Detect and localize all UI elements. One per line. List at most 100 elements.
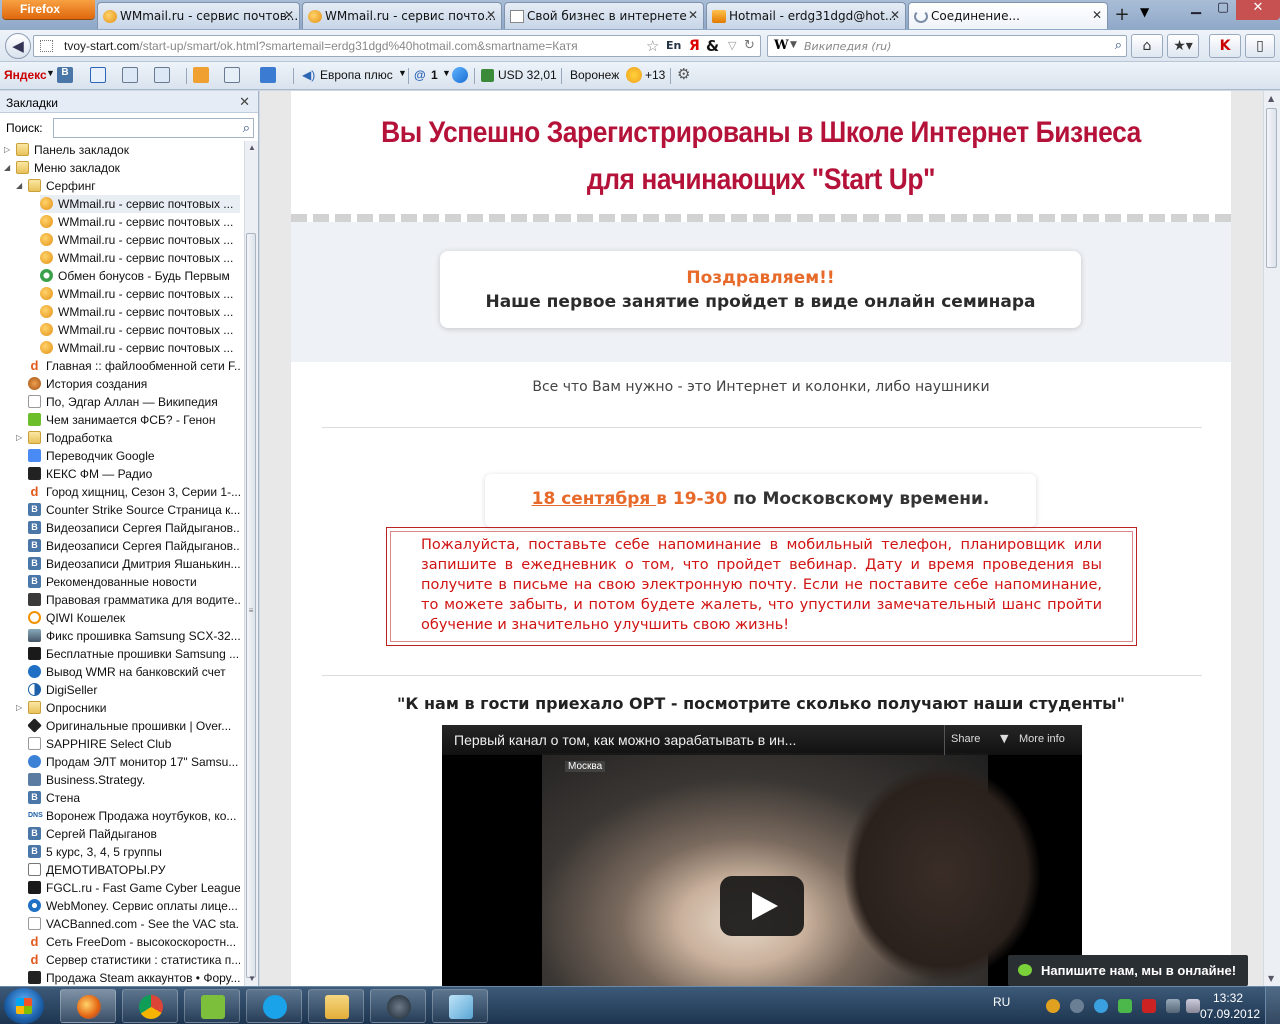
feather-icon[interactable] <box>452 67 468 83</box>
chat-widget-button[interactable]: Напишите нам, мы в онлайне! <box>1008 955 1248 986</box>
bookmark-item[interactable]: КЕКС ФМ — Радио <box>28 465 240 483</box>
bookmark-item[interactable]: Правовая грамматика для водите... <box>28 591 240 609</box>
video-player[interactable]: Москва Первый канал о том, как можно зар… <box>442 725 1082 986</box>
bookmark-item[interactable]: B 5 курс, 3, 4, 5 группы <box>28 843 240 861</box>
chevron-down-icon[interactable]: ▼ <box>46 68 55 78</box>
bookmark-item[interactable]: WMmail.ru - сервис почтовых ... <box>40 231 240 249</box>
bookmark-item[interactable]: WMmail.ru - сервис почтовых ... <box>40 195 240 213</box>
new-tab-button[interactable]: + <box>1111 4 1133 26</box>
chevron-down-icon[interactable]: ▼ <box>398 68 407 78</box>
video-more-info-button[interactable]: More info <box>1019 733 1065 745</box>
bookmark-item[interactable]: Обмен бонусов - Будь Первым <box>40 267 240 285</box>
city-name[interactable]: Воронеж <box>570 68 619 82</box>
bookmark-item[interactable]: Фикс прошивка Samsung SCX-32... <box>28 627 240 645</box>
bookmark-item[interactable]: WebMoney. Сервис оплаты лице... <box>28 897 240 915</box>
tray-icon[interactable] <box>1046 999 1060 1013</box>
bookmark-item[interactable]: B Стена <box>28 789 240 807</box>
taskbar-skype[interactable] <box>246 989 302 1023</box>
url-bar[interactable]: tvoy-start.com/start-up/smart/ok.html?sm… <box>33 35 761 57</box>
bookmark-item[interactable]: Вывод WMR на банковский счет <box>28 663 240 681</box>
bookmark-item[interactable]: B Видеозаписи Сергея Пайдыганов... <box>28 519 240 537</box>
close-icon[interactable]: ✕ <box>239 94 250 110</box>
minimize-icon[interactable]: ▁ <box>1182 0 1210 20</box>
bookmark-item[interactable]: WMmail.ru - сервис почтовых ... <box>40 249 240 267</box>
bookmark-item[interactable]: d Сеть FreeDom - высокоскоростн... <box>28 933 240 951</box>
bookmark-item[interactable]: DigiSeller <box>28 681 240 699</box>
search-icon[interactable]: ⌕ <box>243 120 250 136</box>
start-button[interactable] <box>4 988 44 1024</box>
scroll-up-icon[interactable]: ▲ <box>248 143 256 152</box>
bookmark-item[interactable]: VACBanned.com - See the VAC sta... <box>28 915 240 933</box>
skype-tray-icon[interactable] <box>1094 999 1108 1013</box>
steam-tray-icon[interactable] <box>1070 999 1084 1013</box>
reload-icon[interactable]: ↻ <box>744 38 755 53</box>
close-icon[interactable]: ✕ <box>1092 8 1102 22</box>
bookmark-item[interactable]: WMmail.ru - сервис почтовых ... <box>40 321 240 339</box>
speaker-icon[interactable]: ◀) <box>302 68 315 82</box>
bookmark-item[interactable]: B Counter Strike Source Страница к... <box>28 501 240 519</box>
collapsed-twisty-icon[interactable]: ▷ <box>4 141 10 159</box>
video-share-button[interactable]: Share <box>951 733 980 745</box>
bookmark-item[interactable]: Панель закладок <box>16 141 240 159</box>
bookmark-item[interactable]: Меню закладок <box>16 159 240 177</box>
vk-icon[interactable]: B <box>57 67 73 83</box>
ampersand-button[interactable]: & <box>706 37 719 55</box>
volume-icon[interactable] <box>1186 999 1200 1013</box>
bookmark-item[interactable]: Оригинальные прошивки | Over... <box>28 717 240 735</box>
collapsed-twisty-icon[interactable]: ▷ <box>16 699 22 717</box>
expanded-twisty-icon[interactable]: ◢ <box>16 177 22 195</box>
history-dropdown-icon[interactable]: ▽ <box>728 39 736 52</box>
firefox-menu-button[interactable]: Firefox <box>2 0 95 19</box>
bookmark-item[interactable]: История создания <box>28 375 240 393</box>
yandex-logo[interactable]: Яндекс <box>4 68 47 82</box>
close-icon[interactable]: ✕ <box>688 8 698 22</box>
mail-count[interactable]: 1 <box>431 68 438 82</box>
kaspersky-button[interactable]: K <box>1209 34 1241 58</box>
taskbar-firefox[interactable] <box>60 989 116 1023</box>
site-identity-icon[interactable] <box>40 40 53 52</box>
bookmark-item[interactable]: Переводчик Google <box>28 447 240 465</box>
wikipedia-icon[interactable]: W <box>774 38 789 53</box>
bookmark-item[interactable]: B Видеозаписи Сергея Пайдыганов... <box>28 537 240 555</box>
bookmark-item[interactable]: B Сергей Пайдыганов <box>28 825 240 843</box>
date-link[interactable]: 18 сентября <box>532 489 657 509</box>
maximize-icon[interactable]: ▢ <box>1210 0 1236 20</box>
bookmark-item[interactable]: WMmail.ru - сервис почтовых ... <box>40 339 240 357</box>
window-close-icon[interactable]: ✕ <box>1236 0 1280 20</box>
bookmark-item[interactable]: Чем занимается ФСБ? - Генон <box>28 411 240 429</box>
close-icon[interactable]: ✕ <box>890 8 900 22</box>
expanded-twisty-icon[interactable]: ◢ <box>4 159 10 177</box>
language-indicator[interactable]: RU <box>993 995 1010 1009</box>
bookmark-item[interactable]: Серфинг <box>28 177 240 195</box>
clock-time[interactable]: 13:32 <box>1213 991 1243 1005</box>
show-desktop-button[interactable] <box>1265 987 1280 1024</box>
bookmark-item[interactable]: Подработка <box>28 429 240 447</box>
url-text[interactable]: tvoy-start.com/start-up/smart/ok.html?sm… <box>64 39 578 53</box>
scroll-down-icon[interactable]: ▼ <box>1268 974 1274 983</box>
kaspersky-tray-icon[interactable] <box>1142 999 1156 1013</box>
video-title[interactable]: Первый канал о том, как можно зарабатыва… <box>454 732 796 748</box>
close-icon[interactable]: ✕ <box>284 8 294 22</box>
bookmark-item[interactable]: Опросники <box>28 699 240 717</box>
collapsed-twisty-icon[interactable]: ▷ <box>16 429 22 447</box>
list-tabs-icon[interactable]: ▼ <box>1140 5 1149 19</box>
check-tray-icon[interactable] <box>1118 999 1132 1013</box>
chevron-down-icon[interactable]: ▼ <box>442 68 451 78</box>
bookmark-item[interactable]: d Главная :: файлообменной сети F... <box>28 357 240 375</box>
bookmark-item[interactable]: ДЕМОТИВАТОРЫ.РУ <box>28 861 240 879</box>
bookmark-item[interactable]: d Сервер статистики : статистика п... <box>28 951 240 969</box>
bookmark-item[interactable]: FGCL.ru - Fast Game Cyber League <box>28 879 240 897</box>
bookmark-item[interactable]: Продажа Steam аккаунтов • Фору... <box>28 969 240 986</box>
bookmark-item[interactable]: WMmail.ru - сервис почтовых ... <box>40 303 240 321</box>
mail-icon[interactable] <box>90 67 106 83</box>
bookmark-item[interactable]: B Рекомендованные новости <box>28 573 240 591</box>
tab-business[interactable]: Свой бизнес в интернете ✕ <box>504 2 704 29</box>
bookmark-item[interactable]: B Видеозаписи Дмитрия Яшанькин... <box>28 555 240 573</box>
bookmark-item[interactable]: DNS Воронеж Продажа ноутбуков, ко... <box>28 807 240 825</box>
scroll-down-icon[interactable]: ▼ <box>248 974 256 983</box>
tab-wmmail-1[interactable]: WMmail.ru - сервис почтов... ✕ <box>97 2 300 29</box>
search-icon[interactable]: ⌕ <box>1115 38 1122 53</box>
tab-connecting[interactable]: Соединение... ✕ <box>908 2 1108 29</box>
translate-icon[interactable] <box>154 67 170 83</box>
grid-icon[interactable] <box>260 67 276 83</box>
